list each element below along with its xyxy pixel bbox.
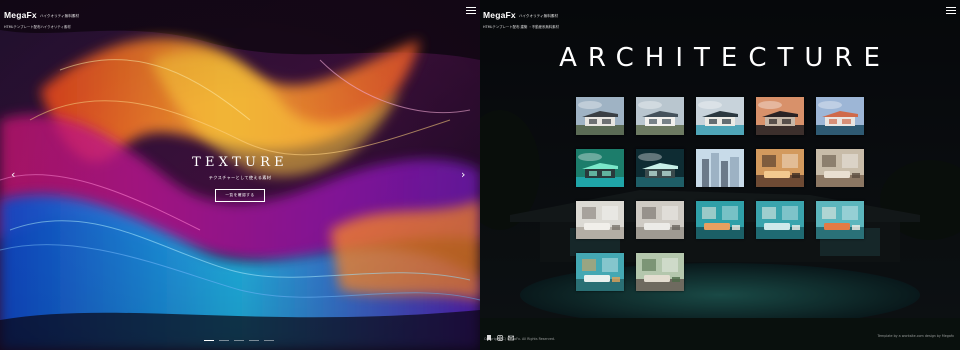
instagram-icon[interactable] (497, 326, 503, 341)
site-brand[interactable]: MegaFx ハイクオリティ無料素材 HTMLテンプレート配布 建築 ・不動産系無… (483, 3, 559, 29)
site-tagline: ハイクオリティ無料素材 (518, 14, 559, 18)
template-credit-text[interactable]: Template by a worksite.com design by Meg… (878, 334, 955, 338)
site-brand[interactable]: MegaFx ハイクオリティ無料素材 HTMLテンプレート配布ハイクオリティ素材 (4, 3, 79, 29)
gallery-thumbnail[interactable] (816, 97, 864, 135)
slider-pagination (204, 340, 274, 341)
gallery-thumbnail[interactable] (576, 253, 624, 291)
gallery-thumbnail[interactable] (756, 149, 804, 187)
gallery-thumbnail[interactable] (756, 97, 804, 135)
slider-dot[interactable] (249, 340, 259, 341)
menu-hamburger-icon[interactable] (466, 7, 476, 14)
slider-dot[interactable] (264, 340, 274, 341)
gallery-thumbnail[interactable] (816, 149, 864, 187)
section-title: ARCHITECTURE (559, 43, 891, 73)
prev-slide-arrow-icon[interactable]: ‹ (11, 169, 15, 180)
texture-slider-panel: MegaFx ハイクオリティ無料素材 HTMLテンプレート配布ハイクオリティ素材 … (0, 0, 480, 350)
slider-dot[interactable] (204, 340, 214, 341)
slider-dot[interactable] (234, 340, 244, 341)
site-tagline: ハイクオリティ無料素材 (39, 14, 80, 18)
site-logo[interactable]: MegaFx (4, 10, 37, 20)
social-links (486, 326, 515, 341)
gallery-thumbnail[interactable] (696, 201, 744, 239)
hero-content: TEXTURE テクスチャーとして使える素材 一覧を確認する (0, 155, 480, 202)
gallery-thumbnail[interactable] (636, 149, 684, 187)
site-logo[interactable]: MegaFx (483, 10, 516, 20)
architecture-gallery-panel: MegaFx ハイクオリティ無料素材 HTMLテンプレート配布 建築 ・不動産系無… (480, 0, 960, 350)
site-subtitle: HTMLテンプレート配布ハイクオリティ素材 (4, 25, 71, 29)
gallery-thumbnail[interactable] (756, 201, 804, 239)
bookmark-icon[interactable] (486, 326, 492, 341)
gallery-thumbnail[interactable] (816, 201, 864, 239)
mail-icon[interactable] (508, 326, 515, 341)
gallery-thumbnail[interactable] (576, 201, 624, 239)
menu-hamburger-icon[interactable] (946, 7, 956, 14)
gallery-thumbnail[interactable] (576, 97, 624, 135)
gallery-thumbnail[interactable] (636, 253, 684, 291)
next-slide-arrow-icon[interactable]: › (461, 169, 465, 180)
site-subtitle: HTMLテンプレート配布 建築 ・不動産系無料素材 (483, 25, 559, 29)
view-list-button[interactable]: 一覧を確認する (215, 189, 265, 202)
gallery-thumbnail[interactable] (696, 149, 744, 187)
copyright-text: Copyright (C) MegaFx. All Rights Reserve… (484, 337, 555, 341)
gallery-thumbnail[interactable] (576, 149, 624, 187)
hero-title: TEXTURE (192, 155, 288, 170)
gallery-thumbnail[interactable] (636, 97, 684, 135)
gallery-thumbnail[interactable] (636, 201, 684, 239)
hero-caption: テクスチャーとして使える素材 (208, 175, 272, 180)
architecture-gallery-grid (576, 97, 866, 291)
slider-dot[interactable] (219, 340, 229, 341)
gallery-thumbnail[interactable] (696, 97, 744, 135)
